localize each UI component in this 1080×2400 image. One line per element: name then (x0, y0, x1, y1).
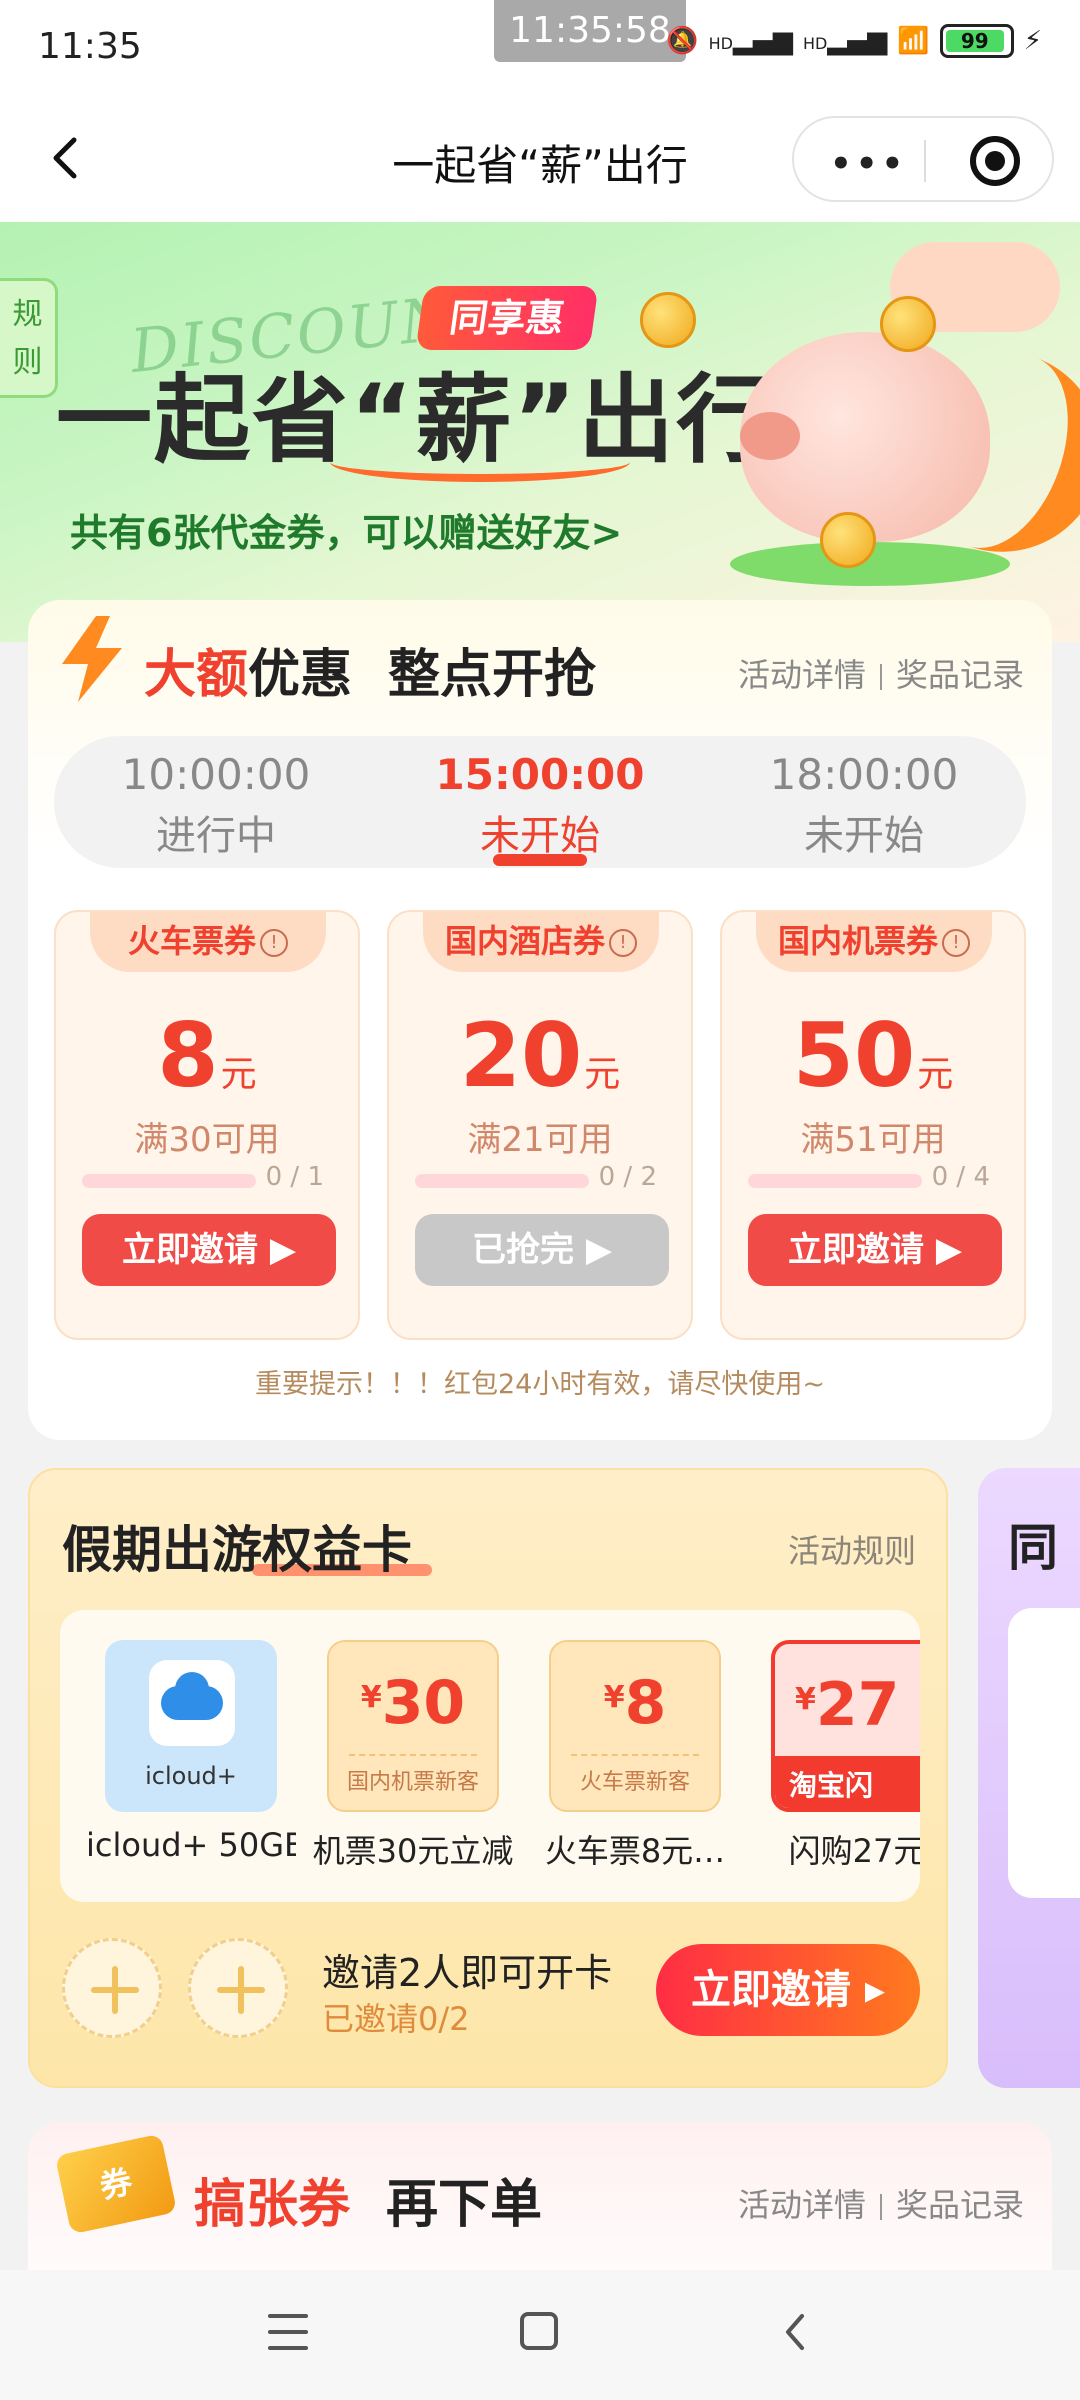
benefit-name: 闪购27元 (788, 1832, 920, 1870)
invite-button[interactable]: 立即邀请 ▶ (82, 1214, 336, 1286)
info-icon[interactable]: ! (609, 929, 637, 957)
time-slot[interactable]: 10:00:00 进行中 (54, 736, 378, 868)
clock-overlay: 11:35:58 (494, 0, 686, 62)
taobao-icon: ¥27 淘宝闪 (771, 1640, 920, 1812)
coupon-condition: 满21可用 (467, 1120, 613, 1160)
coin-icon (820, 512, 876, 568)
coupon-tag: 国内机票券! (756, 912, 992, 972)
coin-icon (880, 296, 936, 352)
progress-bar (82, 1174, 256, 1188)
benefit-item[interactable]: ¥27 淘宝闪 闪购27元 (752, 1640, 920, 1872)
voucher-icon: 券 (54, 2133, 178, 2235)
activity-details-link[interactable]: 活动详情 (738, 2186, 866, 2224)
header-links: 活动详情 奖品记录 (738, 2180, 1024, 2226)
progress-text: 0 / 4 (931, 1162, 990, 1192)
ticket-icon: ¥30 国内机票新客 (327, 1640, 499, 1812)
coupon-condition: 满51可用 (800, 1120, 946, 1160)
benefit-name: 火车票8元… (544, 1832, 726, 1870)
coupon-list: 火车票券! 8元 满30可用 0 / 1 立即邀请 ▶ 国内酒店券! 20元 满… (54, 910, 1026, 1340)
wifi-icon: 📶 (897, 26, 930, 56)
header-links: 活动详情 奖品记录 (738, 650, 1024, 696)
progress-bar (415, 1174, 589, 1188)
coupon-amount: 20元 (459, 1004, 621, 1107)
signal-icon: HD▂▄▆ (708, 26, 793, 56)
mini-program-capsule: ••• (792, 116, 1054, 202)
piggy-nose (740, 412, 800, 460)
coupon-tag: 国内酒店券! (423, 912, 659, 972)
coupon-amount: 50元 (792, 1004, 954, 1107)
benefit-item[interactable]: ¥8 火车票新客 火车票8元… (530, 1640, 740, 1872)
time-slot-tabs: 10:00:00 进行中 15:00:00 未开始 18:00:00 未开始 (54, 736, 1026, 868)
coupon-card: 国内机票券! 50元 满51可用 0 / 4 立即邀请 ▶ (720, 910, 1026, 1340)
invite-button[interactable]: 立即邀请 ▶ (748, 1214, 1002, 1286)
coupon-card: 国内酒店券! 20元 满21可用 0 / 2 已抢完 ▶ (387, 910, 693, 1340)
info-icon[interactable]: ! (942, 929, 970, 957)
hero-banner: 规则 DISCOUNT 同享惠 一起省“薪”出行 共有6张代金券，可以赠送好友> (0, 222, 1080, 642)
rules-tab[interactable]: 规则 (0, 278, 58, 398)
prize-records-link[interactable]: 奖品记录 (896, 2186, 1024, 2224)
battery-icon: 99 (939, 24, 1014, 58)
mute-icon: 🔕 (666, 26, 699, 56)
progress-text: 0 / 1 (265, 1162, 324, 1192)
coupon-tag: 火车票券! (90, 912, 326, 972)
invite-row: 邀请2人即可开卡 已邀请0/2 立即邀请 ▸ (60, 1930, 920, 2050)
holiday-card-title: 假期出游权益卡 (62, 1510, 432, 1582)
info-icon[interactable]: ! (260, 929, 288, 957)
benefit-list: icloud+ icloud+ 50GB ¥30 国内机票新客 机票30元立减 … (60, 1610, 920, 1902)
prize-records-link[interactable]: 奖品记录 (896, 656, 1024, 694)
invite-now-button[interactable]: 立即邀请 ▸ (656, 1944, 920, 2036)
share-vouchers-link[interactable]: 共有6张代金券，可以赠送好友> (70, 502, 622, 557)
activity-details-link[interactable]: 活动详情 (738, 656, 866, 694)
close-target-icon[interactable] (970, 136, 1020, 186)
holiday-benefit-card: 假期出游权益卡 活动规则 icloud+ icloud+ 50GB ¥30 国内… (28, 1468, 948, 2088)
sold-out-button[interactable]: 已抢完 ▶ (415, 1214, 669, 1286)
status-bar: 11:35 11:35:58 🔕 HD▂▄▆ HD▂▄▆ 📶 99 ⚡ (0, 0, 1080, 100)
time-slot[interactable]: 18:00:00 未开始 (702, 736, 1026, 868)
lightning-icon (62, 616, 122, 702)
invited-status: 已邀请0/2 (322, 2000, 470, 2038)
activity-rules-link[interactable]: 活动规则 (788, 1526, 916, 1572)
progress-bar (748, 1174, 922, 1188)
promo-badge: 同享惠 (415, 286, 599, 350)
flash-sale-section: 大额优惠 整点开抢 活动详情 奖品记录 10:00:00 进行中 15:00:00 … (28, 600, 1052, 1440)
status-icons: 🔕 HD▂▄▆ HD▂▄▆ 📶 99 ⚡ (666, 24, 1042, 58)
benefit-item[interactable]: icloud+ icloud+ 50GB (86, 1640, 296, 1864)
next-card-panel (1008, 1608, 1080, 1898)
menu-icon[interactable] (268, 2314, 308, 2350)
next-card-title: 同 (1008, 1519, 1058, 1577)
ticket-icon: ¥8 火车票新客 (549, 1640, 721, 1812)
coupon-condition: 满30可用 (134, 1120, 280, 1160)
home-icon[interactable] (520, 2312, 558, 2350)
coin-icon (640, 292, 696, 348)
back-icon[interactable] (776, 2308, 816, 2356)
system-nav-bar (0, 2270, 1080, 2400)
icloud-icon: icloud+ (105, 1640, 277, 1812)
benefit-name: 机票30元立减 (312, 1832, 514, 1870)
benefit-name: icloud+ 50GB (86, 1826, 296, 1864)
add-friend-icon[interactable] (62, 1938, 162, 2038)
add-friend-icon[interactable] (188, 1938, 288, 2038)
charging-icon: ⚡ (1023, 26, 1042, 56)
nav-bar: 一起省“薪”出行 ••• (0, 100, 1080, 222)
flash-sale-title: 大额优惠 整点开抢 (144, 645, 597, 705)
signal-icon-2: HD▂▄▆ (803, 26, 888, 56)
status-time: 11:35 (38, 26, 142, 67)
coupon-amount: 8元 (157, 1004, 257, 1107)
next-benefit-card[interactable]: 同 (978, 1468, 1080, 2088)
benefit-item[interactable]: ¥30 国内机票新客 机票30元立减 (308, 1640, 518, 1872)
important-tip: 重要提示！！！红包24小时有效，请尽快使用~ (255, 1369, 825, 1400)
invite-requirement: 邀请2人即可开卡 (322, 1951, 613, 1995)
time-slot-active[interactable]: 15:00:00 未开始 (378, 736, 702, 868)
banner-swoosh (330, 442, 630, 482)
progress-text: 0 / 2 (598, 1162, 657, 1192)
capsule-divider (924, 140, 926, 182)
voucher-section-title: 搞张券 再下单 (194, 2175, 543, 2235)
coupon-card: 火车票券! 8元 满30可用 0 / 1 立即邀请 ▶ (54, 910, 360, 1340)
more-icon[interactable]: ••• (830, 144, 907, 184)
